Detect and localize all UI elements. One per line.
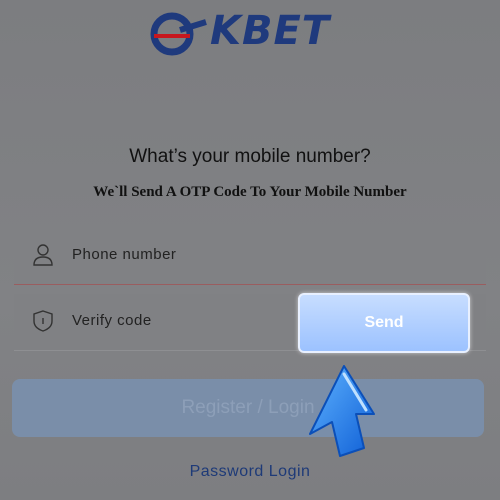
logo-mark-icon (150, 12, 207, 56)
phone-number-field[interactable]: Phone number (14, 228, 486, 285)
okbet-logo: KBET (150, 6, 350, 62)
page-title: What’s your mobile number? (129, 146, 371, 167)
verify-code-placeholder: Verify code (72, 312, 152, 329)
logo-text: KBET (210, 8, 331, 54)
user-icon (33, 244, 53, 266)
password-login-link[interactable]: Password Login (0, 463, 500, 481)
phone-number-placeholder: Phone number (72, 246, 177, 263)
shield-icon (33, 310, 53, 332)
hand-pointer-icon (309, 365, 375, 457)
register-login-button[interactable]: Register / Login (12, 379, 484, 437)
page-subtitle: We`ll Send A OTP Code To Your Mobile Num… (93, 184, 407, 200)
send-otp-button[interactable]: Send (298, 293, 470, 353)
